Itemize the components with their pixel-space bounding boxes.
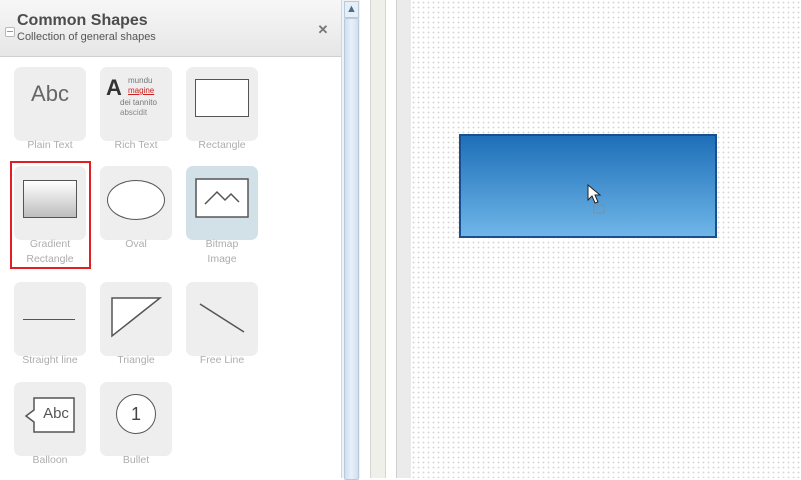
shape-label: Rich Text xyxy=(114,139,158,151)
rectangle-icon xyxy=(195,79,249,117)
rich-text-icon: A mundu magine dei tannito abscidit xyxy=(106,73,168,133)
shape-balloon[interactable]: Abc xyxy=(14,382,86,456)
rich-text-line: mundu xyxy=(128,76,153,85)
mouse-pointer-icon xyxy=(587,184,605,214)
oval-icon xyxy=(107,180,165,220)
balloon-text: Abc xyxy=(43,405,69,422)
shape-label: Triangle xyxy=(117,354,155,366)
palette-subtitle: Collection of general shapes xyxy=(17,31,156,43)
scroll-thumb[interactable] xyxy=(344,18,359,480)
shape-oval[interactable] xyxy=(100,166,172,240)
triangle-icon xyxy=(111,297,162,338)
bitmap-image-icon xyxy=(195,178,249,218)
shape-label-line: Image xyxy=(207,253,237,265)
shape-plain-text[interactable]: Abc xyxy=(14,67,86,141)
shapes-palette: Common Shapes Collection of general shap… xyxy=(0,0,341,478)
shape-label: Straight line xyxy=(22,354,78,366)
straight-line-icon xyxy=(23,319,75,320)
app-window: Common Shapes Collection of general shap… xyxy=(0,0,801,480)
shape-bullet[interactable]: 1 xyxy=(100,382,172,456)
free-line-icon xyxy=(199,303,245,333)
bullet-icon: 1 xyxy=(116,394,156,434)
ruler-bar xyxy=(396,0,412,478)
selection-highlight xyxy=(10,161,91,269)
shape-label: Bullet xyxy=(122,454,150,466)
shape-label: Free Line xyxy=(199,354,245,366)
rich-text-line: abscidit xyxy=(120,108,148,117)
plain-text-icon: Abc xyxy=(31,81,69,106)
scroll-up-arrow-icon[interactable]: ▲ xyxy=(344,1,359,18)
close-icon[interactable]: ✕ xyxy=(316,23,330,37)
rich-text-line: magine xyxy=(128,86,155,95)
shape-label: Plain Text xyxy=(27,139,73,151)
shape-label: Balloon xyxy=(32,454,68,466)
palette-header[interactable]: Common Shapes Collection of general shap… xyxy=(0,0,341,57)
shape-straight-line[interactable] xyxy=(14,282,86,356)
shape-free-line[interactable] xyxy=(186,282,258,356)
drawing-canvas[interactable] xyxy=(411,0,801,478)
shape-triangle[interactable] xyxy=(100,282,172,356)
shape-label: Oval xyxy=(125,238,147,250)
shape-rectangle[interactable] xyxy=(186,67,258,141)
shape-label-line: Bitmap xyxy=(205,238,239,250)
splitter-bar[interactable] xyxy=(370,0,386,478)
shape-bitmap-image[interactable] xyxy=(186,166,258,240)
shape-label: Rectangle xyxy=(198,139,246,151)
palette-scrollbar[interactable]: ▲ xyxy=(341,0,360,480)
shape-rich-text[interactable]: A mundu magine dei tannito abscidit xyxy=(100,67,172,141)
palette-title: Common Shapes xyxy=(17,12,148,29)
rich-text-line: dei tannito xyxy=(120,98,157,107)
collapse-icon[interactable] xyxy=(5,27,15,37)
